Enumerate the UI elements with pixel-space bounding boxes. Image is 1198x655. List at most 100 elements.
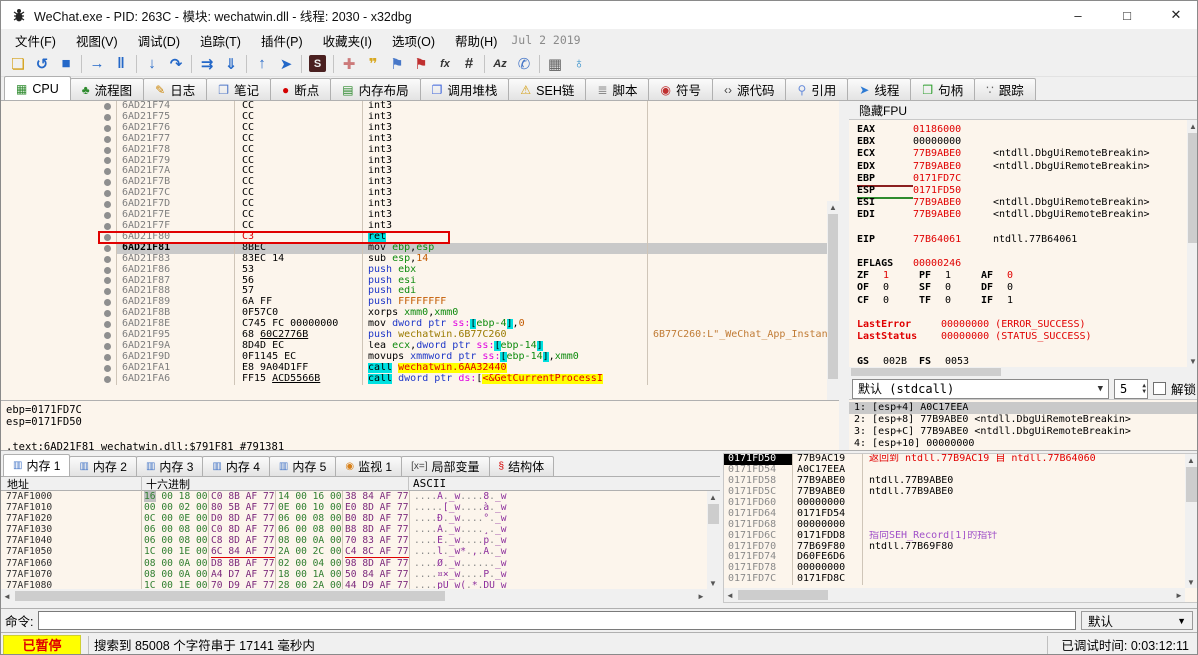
script-s-badge-icon[interactable]: S [309, 55, 326, 72]
pause-icon[interactable]: ‖ [109, 53, 133, 75]
disasm-row[interactable]: 6AD21F78CCint3 [1, 145, 827, 156]
dump-tab-locals[interactable]: [x=]局部变量 [401, 456, 489, 476]
stack-row[interactable]: 0171FD5077B9AC19返回到 ntdll.77B9AC19 自 ntd… [724, 454, 1185, 465]
settings-globe-icon[interactable]: ♁ [567, 53, 591, 75]
stack-row[interactable]: 0171FD7C0171FD8C [724, 574, 1185, 585]
tab-seh-chain[interactable]: ⚠SEH链 [508, 78, 586, 100]
execute-till-return-icon[interactable]: ⇉ [195, 53, 219, 75]
breakpoint-dot[interactable] [98, 112, 116, 123]
breakpoint-dot[interactable] [98, 352, 116, 363]
scrollbar-thumb[interactable] [15, 591, 445, 601]
run-icon[interactable]: → [85, 53, 109, 75]
argument-count-stepper[interactable]: 5 ▲▼ [1114, 379, 1148, 399]
breakpoint-dot[interactable] [98, 286, 116, 297]
stop-icon[interactable]: ■ [54, 53, 78, 75]
breakpoint-dot[interactable] [98, 101, 116, 112]
stack-row[interactable]: 0171FD640171FD54 [724, 509, 1185, 520]
breakpoint-dot[interactable] [98, 199, 116, 210]
stack-row[interactable]: 0171FD7077B69F80ntdll.77B69F80 [724, 542, 1185, 553]
restart-icon[interactable]: ↺ [30, 53, 54, 75]
run-to-user-code-icon[interactable]: ➤ [274, 53, 298, 75]
tab-call-stack[interactable]: ❐调用堆栈 [420, 78, 510, 100]
stack-row[interactable]: 0171FD6800000000 [724, 520, 1185, 531]
dump-tab-watch[interactable]: ◉监视 1 [335, 456, 402, 476]
notify-phone-icon[interactable]: ✆ [512, 53, 536, 75]
dump-tab-struct[interactable]: §结构体 [489, 456, 555, 476]
scroll-up-arrow[interactable]: ▲ [707, 491, 719, 503]
tab-handles[interactable]: ❒句柄 [910, 78, 975, 100]
step-over-icon[interactable]: ↷ [164, 53, 188, 75]
registers-horizontal-scrollbar[interactable] [849, 367, 1187, 377]
dump-row[interactable]: 77AF10801C 00 1E 0070 D9 AF 7728 00 2A 0… [1, 580, 707, 589]
register-line[interactable]: ZF1PF1AF0 [857, 270, 1187, 282]
step-into-icon[interactable]: ↓ [140, 53, 164, 75]
breakpoint-dot[interactable] [98, 166, 116, 177]
breakpoint-dot[interactable] [98, 363, 116, 374]
scroll-left-arrow[interactable]: ◄ [724, 589, 736, 601]
breakpoint-dot[interactable] [98, 297, 116, 308]
unlock-checkbox[interactable] [1153, 382, 1166, 395]
breakpoint-dot[interactable] [98, 177, 116, 188]
breakpoint-dot[interactable] [98, 308, 116, 319]
tab-memory-map[interactable]: ▤内存布局 [330, 78, 420, 100]
argument-row[interactable]: 4: [esp+10] 00000000 [849, 438, 1198, 450]
scroll-up-arrow[interactable]: ▲ [827, 201, 839, 213]
command-profile-select[interactable]: 默认 ▼ [1081, 611, 1193, 630]
breakpoint-dot[interactable] [98, 134, 116, 145]
breakpoint-dot[interactable] [98, 145, 116, 156]
step-out-icon[interactable]: ↑ [250, 53, 274, 75]
dump-vertical-scrollbar[interactable]: ▲ ▼ [707, 491, 720, 589]
breakpoint-dot[interactable] [98, 123, 116, 134]
scrollbar-thumb[interactable] [708, 504, 719, 524]
stepper-arrows-icon[interactable]: ▲▼ [1142, 383, 1147, 395]
scrollbar-thumb[interactable] [1186, 467, 1197, 502]
dump-tab-memory-dump[interactable]: ▥内存 2 [69, 456, 136, 476]
register-line[interactable]: ECX77B9ABE0<ntdll.DbgUiRemoteBreakin> [857, 148, 1187, 160]
stack-row[interactable]: 0171FD5877B9ABE0ntdll.77B9ABE0 [724, 476, 1185, 487]
menu-item[interactable]: 选项(O) [382, 29, 445, 52]
command-input[interactable] [38, 611, 1076, 630]
open-file-icon[interactable]: ❏ [6, 53, 30, 75]
dump-row[interactable]: 77AF107008 00 0A 00A4 D7 AF 7718 00 1A 0… [1, 569, 707, 580]
register-line[interactable]: EFLAGS00000246 [857, 258, 1187, 270]
dump-row[interactable]: 77AF106008 00 0A 00D8 8B AF 7702 00 04 0… [1, 558, 707, 569]
tab-cpu[interactable]: ▦CPU [4, 76, 71, 100]
scroll-right-arrow[interactable]: ► [1173, 589, 1185, 601]
highlight-az-icon[interactable]: Az [488, 53, 512, 75]
breakpoint-dot[interactable] [98, 188, 116, 199]
scroll-right-arrow[interactable]: ► [695, 590, 707, 602]
stack-row[interactable]: 0171FD5C77B9ABE0ntdll.77B9ABE0 [724, 487, 1185, 498]
scrollbar-thumb[interactable] [1188, 133, 1198, 243]
menu-item[interactable]: 收藏夹(I) [313, 29, 382, 52]
hide-fpu-button[interactable]: 隐藏FPU [849, 101, 1198, 120]
register-line[interactable]: EDI77B9ABE0<ntdll.DbgUiRemoteBreakin> [857, 209, 1187, 221]
close-button[interactable]: ✕ [1155, 1, 1197, 29]
bookmark-icon[interactable]: ⚑ [409, 53, 433, 75]
breakpoint-dot[interactable] [98, 243, 116, 254]
breakpoint-dot[interactable] [98, 265, 116, 276]
scroll-down-arrow[interactable]: ▼ [707, 577, 719, 589]
menu-item[interactable]: 帮助(H) [445, 29, 507, 52]
tab-trace[interactable]: ∵跟踪 [974, 78, 1036, 100]
scroll-up-arrow[interactable]: ▲ [1185, 454, 1197, 466]
tab-log[interactable]: ✎日志 [143, 78, 207, 100]
register-line[interactable]: ESI77B9ABE0<ntdll.DbgUiRemoteBreakin> [857, 197, 1187, 209]
function-icon[interactable]: fx [433, 53, 457, 75]
scroll-up-arrow[interactable]: ▲ [1187, 120, 1198, 132]
menu-item[interactable]: 视图(V) [66, 29, 128, 52]
breakpoint-dot[interactable] [98, 254, 116, 265]
tab-graph[interactable]: ♣流程图 [70, 78, 144, 100]
label-icon[interactable]: ⚑ [385, 53, 409, 75]
patch-icon[interactable]: ✚ [337, 53, 361, 75]
hash-icon[interactable]: # [457, 53, 481, 75]
scroll-down-arrow[interactable]: ▼ [1185, 576, 1197, 588]
register-line[interactable]: LastError00000000 (ERROR_SUCCESS) [857, 319, 1187, 331]
register-line[interactable]: CF0TF0IF1 [857, 295, 1187, 307]
breakpoint-dot[interactable] [98, 319, 116, 330]
stack-row[interactable]: 0171FD54A0C17EEA [724, 465, 1185, 476]
argument-row[interactable]: 1: [esp+4] A0C17EEA [849, 402, 1198, 414]
register-line[interactable]: ESP0171FD50 [857, 185, 1187, 197]
calling-convention-select[interactable]: 默认 (stdcall) ▼ [852, 379, 1109, 399]
dump-row[interactable]: 77AF10501C 00 1E 006C 84 AF 772A 00 2C 0… [1, 546, 707, 557]
dump-row[interactable]: 77AF100016 00 18 00C0 8B AF 7714 00 16 0… [1, 491, 707, 502]
